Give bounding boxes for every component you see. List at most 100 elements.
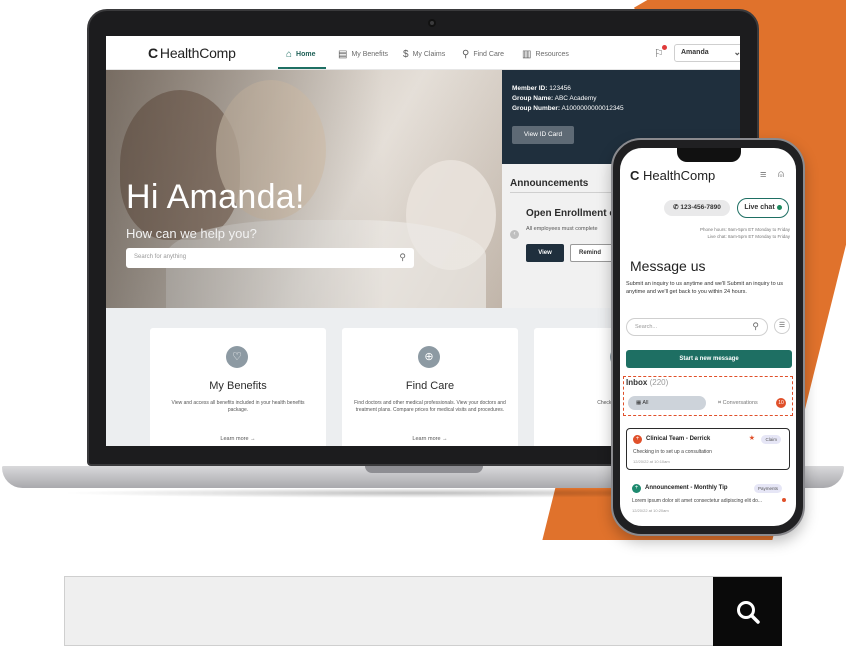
chevron-left-icon[interactable]: ‹ bbox=[510, 230, 519, 239]
search-icon[interactable]: ⚲ bbox=[399, 252, 406, 263]
nav-item-home[interactable]: ⌂ Home bbox=[286, 49, 316, 60]
user-select[interactable]: Amanda ⌄ bbox=[674, 44, 740, 62]
message-title: Clinical Team - Derrick bbox=[646, 436, 711, 442]
phone-call-button[interactable]: ✆ 123-456-7890 bbox=[664, 200, 730, 216]
search-icon[interactable]: ⚲ bbox=[752, 321, 759, 332]
hamburger-menu-icon[interactable]: ≡ bbox=[760, 169, 766, 181]
hero-search-input[interactable]: Search for anything ⚲ bbox=[126, 248, 414, 268]
message-time: 12/20/22 at 10:10am bbox=[633, 459, 670, 464]
group-name-value: ABC Academy bbox=[554, 95, 597, 102]
card-my-benefits[interactable]: ♡ My Benefits View and access all benefi… bbox=[150, 328, 326, 446]
member-id-label: Member ID: bbox=[512, 85, 548, 92]
search-icon bbox=[736, 600, 760, 624]
nav-active-indicator bbox=[278, 67, 326, 69]
message-item[interactable]: + Announcement - Monthly Tip Payments Lo… bbox=[626, 478, 790, 520]
contact-hours: Phone hours: 9am-5pm ET Monday to Friday… bbox=[700, 226, 790, 240]
nav-item-my-benefits[interactable]: ▤ My Benefits bbox=[338, 49, 388, 60]
live-chat-button[interactable]: Live chat bbox=[737, 198, 789, 218]
message-search-placeholder: Search... bbox=[635, 324, 658, 330]
announcement-body: All employees must complete bbox=[526, 226, 598, 232]
user-select-value: Amanda bbox=[681, 49, 709, 56]
marketing-stage: C HealthComp ⌂ Home ▤ My Benefits $ My Claim… bbox=[0, 0, 846, 648]
nav-item-find-care[interactable]: ⚲ Find Care bbox=[462, 49, 504, 60]
message-title: Announcement - Monthly Tip bbox=[645, 485, 728, 491]
library-icon: ▥ bbox=[522, 49, 532, 60]
group-number-line: Group Number: A1000000000012345 bbox=[512, 104, 730, 114]
message-preview: Checking in to set up a consultation bbox=[633, 449, 712, 455]
member-id-value: 123456 bbox=[549, 85, 571, 92]
laptop-base-notch bbox=[365, 466, 483, 473]
logo-mark: C bbox=[630, 168, 640, 183]
hero-greeting: Hi Amanda! bbox=[126, 178, 305, 216]
start-new-message-button[interactable]: Start a new message bbox=[626, 350, 792, 368]
card-title: My Benefits bbox=[209, 380, 267, 392]
message-preview: Lorem ipsum dolor sit amet consectetur a… bbox=[632, 498, 763, 504]
site-logo[interactable]: C HealthComp bbox=[148, 45, 236, 61]
learn-more-link[interactable]: Learn more → bbox=[342, 436, 518, 442]
phone-hours: Phone hours: 9am-5pm ET Monday to Friday bbox=[700, 227, 790, 232]
phone-screen: C HealthComp ≡ ⍝ ✆ 123-456-7890 Live cha… bbox=[620, 148, 796, 526]
inbox-label: Inbox bbox=[626, 378, 648, 387]
home-icon: ⌂ bbox=[286, 49, 293, 60]
announcements-title: Announcements bbox=[510, 178, 589, 189]
phone-number: 123-456-7890 bbox=[680, 204, 721, 211]
conversations-badge: 10 bbox=[776, 398, 786, 408]
filter-conversations-tab[interactable]: ⌗ Conversations 10 bbox=[716, 396, 788, 410]
learn-more-link[interactable]: Learn more → bbox=[150, 436, 326, 442]
member-id-line: Member ID: 123456 bbox=[512, 84, 730, 94]
nav-label: My Benefits bbox=[351, 51, 389, 58]
clinical-team-icon: + bbox=[633, 435, 642, 444]
message-item[interactable]: + Clinical Team - Derrick ★ Claim Checki… bbox=[626, 428, 790, 470]
hero-banner: Hi Amanda! How can we help you? Search f… bbox=[106, 70, 502, 310]
chat-hours: Live chat: 8am-5pm ET Monday to Friday bbox=[707, 234, 790, 239]
message-us-title: Message us bbox=[630, 258, 706, 274]
view-announcement-button[interactable]: View bbox=[526, 244, 564, 262]
logo-mark: C bbox=[148, 45, 158, 61]
nav-label: Home bbox=[296, 51, 316, 58]
unread-dot bbox=[782, 498, 786, 502]
online-status-dot bbox=[776, 204, 782, 210]
card-title: Find Care bbox=[405, 380, 455, 392]
user-icon[interactable]: ⍝ bbox=[778, 169, 784, 180]
filter-icon[interactable]: ☰ bbox=[774, 318, 790, 334]
filter-conversations-label: Conversations bbox=[722, 400, 758, 406]
bottom-search-input[interactable] bbox=[64, 576, 782, 646]
inbox-count: (220) bbox=[649, 378, 669, 387]
nav-item-resources[interactable]: ▥ Resources bbox=[522, 49, 569, 60]
group-number-value: A1000000000012345 bbox=[561, 105, 624, 112]
notification-dot bbox=[662, 45, 667, 50]
announcement-headline: Open Enrollment e bbox=[526, 208, 615, 219]
search-icon: ⚲ bbox=[462, 49, 470, 60]
card-body: View and access all benefits included in… bbox=[171, 400, 305, 413]
card-find-care[interactable]: ⊕ Find Care Find doctors and other medic… bbox=[342, 328, 518, 446]
group-name-line: Group Name: ABC Academy bbox=[512, 94, 730, 104]
filter-all-label: All bbox=[642, 400, 649, 406]
logo-text: HealthComp bbox=[159, 45, 236, 61]
star-icon[interactable]: ★ bbox=[749, 434, 755, 442]
filter-all-tab[interactable]: ▦ All bbox=[628, 396, 706, 410]
inbox-heading: Inbox (220) bbox=[626, 378, 668, 387]
chevron-down-icon: ⌄ bbox=[733, 47, 740, 57]
hero-search-placeholder: Search for anything bbox=[134, 254, 187, 260]
message-us-description: Submit an inquiry to us anytime and we'l… bbox=[626, 281, 783, 295]
group-number-label: Group Number: bbox=[512, 105, 561, 112]
nav-item-my-claims[interactable]: $ My Claims bbox=[403, 49, 445, 60]
laptop-camera bbox=[428, 19, 436, 27]
bottom-search-button[interactable] bbox=[713, 577, 782, 646]
view-id-card-button[interactable]: View ID Card bbox=[512, 126, 574, 144]
message-search-input[interactable]: Search... ⚲ bbox=[626, 318, 768, 336]
message-tag: Claim bbox=[761, 435, 781, 444]
benefits-icon: ▤ bbox=[338, 49, 348, 60]
message-tag: Payments bbox=[753, 484, 782, 493]
claims-icon: $ bbox=[403, 49, 409, 60]
nav-label: My Claims bbox=[412, 51, 446, 58]
search-plus-icon: ⊕ bbox=[418, 346, 440, 368]
announcement-icon: + bbox=[632, 484, 641, 493]
logo-text: HealthComp bbox=[643, 168, 716, 183]
phone-notch bbox=[677, 148, 741, 162]
nav-label: Find Care bbox=[473, 51, 505, 58]
card-body: Find doctors and other medical professio… bbox=[354, 400, 506, 413]
message-time: 12/20/22 at 10:20am bbox=[632, 508, 669, 513]
phone-logo[interactable]: C HealthComp bbox=[630, 168, 715, 183]
group-name-label: Group Name: bbox=[512, 95, 554, 102]
